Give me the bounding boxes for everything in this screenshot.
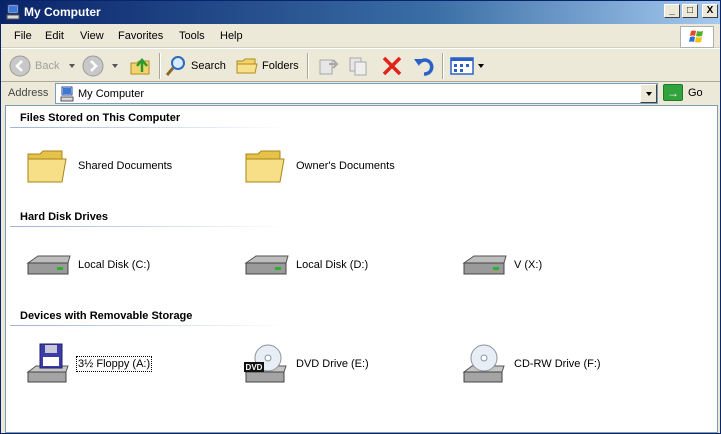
move-to-icon bbox=[319, 59, 339, 75]
dvd-drive-icon: DVD bbox=[244, 344, 287, 383]
menu-view[interactable]: View bbox=[80, 30, 104, 42]
hard-disk-icon bbox=[462, 255, 507, 275]
delete-button[interactable] bbox=[381, 52, 403, 80]
folder-icon bbox=[27, 150, 67, 183]
address-bar: Address My Computer → Go bbox=[1, 82, 720, 105]
item-label: Owner's Documents bbox=[296, 160, 395, 172]
address-input[interactable]: My Computer bbox=[55, 83, 658, 104]
hard-disk-icon bbox=[26, 255, 71, 275]
go-label: Go bbox=[688, 86, 703, 99]
copy-to-button[interactable] bbox=[347, 52, 369, 80]
move-to-button[interactable] bbox=[317, 52, 339, 80]
dvd-badge-text: DVD bbox=[246, 363, 263, 372]
go-button[interactable]: → Go bbox=[663, 84, 703, 101]
delete-icon bbox=[382, 56, 402, 76]
back-dropdown-icon[interactable] bbox=[69, 64, 76, 68]
undo-icon bbox=[414, 58, 434, 76]
item-label: 3½ Floppy (A:) bbox=[75, 356, 153, 372]
item-label: Local Disk (D:) bbox=[296, 259, 369, 271]
menu-help[interactable]: Help bbox=[220, 30, 243, 42]
search-button[interactable]: Search bbox=[165, 52, 226, 80]
minimize-button[interactable]: _ bbox=[664, 4, 680, 18]
menu-edit[interactable]: Edit bbox=[45, 30, 64, 42]
menu-tools[interactable]: Tools bbox=[179, 30, 205, 42]
forward-button[interactable] bbox=[82, 52, 118, 80]
folders-label: Folders bbox=[262, 60, 299, 72]
folders-button[interactable]: Folders bbox=[236, 52, 299, 80]
toolbar-separator bbox=[307, 53, 309, 79]
floppy-a-item[interactable]: 3½ Floppy (A:) bbox=[24, 342, 153, 386]
chevron-down-icon bbox=[645, 91, 652, 96]
hard-disk-icon bbox=[244, 255, 289, 275]
group-divider bbox=[10, 127, 287, 128]
caption-buttons: _ □ X bbox=[664, 4, 718, 18]
maximize-button[interactable]: □ bbox=[682, 4, 698, 18]
item-label: CD-RW Drive (F:) bbox=[514, 358, 601, 370]
window: My Computer _ □ X File Edit View Favorit… bbox=[0, 0, 721, 434]
up-folder-icon bbox=[130, 58, 150, 75]
back-arrow-icon bbox=[9, 55, 31, 77]
title-bar[interactable]: My Computer _ □ X bbox=[1, 1, 720, 24]
folder-icon bbox=[245, 150, 285, 183]
v-drive-item[interactable]: V (X:) bbox=[460, 243, 542, 287]
group-divider bbox=[10, 226, 287, 227]
menu-favorites[interactable]: Favorites bbox=[118, 30, 163, 42]
window-title: My Computer bbox=[24, 5, 101, 19]
floppy-drive-icon bbox=[26, 343, 69, 383]
address-value: My Computer bbox=[78, 88, 145, 100]
group-header-hdd: Hard Disk Drives bbox=[20, 211, 109, 223]
views-button[interactable] bbox=[450, 52, 484, 80]
toolbar-separator bbox=[159, 53, 161, 79]
item-label: Local Disk (C:) bbox=[78, 259, 151, 271]
group-divider bbox=[10, 325, 287, 326]
cd-rw-drive-f-item[interactable]: CD-RW Drive (F:) bbox=[460, 342, 601, 386]
views-dropdown-icon[interactable] bbox=[478, 64, 484, 68]
forward-dropdown-icon[interactable] bbox=[112, 64, 118, 68]
dvd-drive-e-item[interactable]: DVD DVD Drive (E:) bbox=[242, 342, 369, 386]
toolbar-separator bbox=[442, 53, 444, 79]
content-pane: Files Stored on This Computer Shared Doc… bbox=[5, 105, 718, 433]
item-label: DVD Drive (E:) bbox=[296, 358, 369, 370]
shared-documents-item[interactable]: Shared Documents bbox=[24, 144, 172, 188]
close-button[interactable]: X bbox=[702, 4, 718, 18]
toolbar: Back Search Folders bbox=[1, 48, 720, 82]
my-computer-icon bbox=[6, 4, 20, 20]
windows-logo-icon bbox=[680, 26, 714, 48]
forward-arrow-icon bbox=[82, 55, 104, 77]
item-label: V (X:) bbox=[514, 259, 543, 271]
cd-drive-icon bbox=[462, 344, 505, 383]
address-label: Address bbox=[8, 87, 49, 99]
local-disk-d-item[interactable]: Local Disk (D:) bbox=[242, 243, 368, 287]
copy-to-icon bbox=[349, 57, 367, 76]
item-label: Shared Documents bbox=[78, 160, 173, 172]
address-dropdown-button[interactable] bbox=[640, 84, 657, 103]
group-header-files: Files Stored on This Computer bbox=[20, 112, 181, 124]
search-label: Search bbox=[191, 60, 226, 72]
go-arrow-icon: → bbox=[663, 84, 683, 101]
local-disk-c-item[interactable]: Local Disk (C:) bbox=[24, 243, 150, 287]
back-button[interactable]: Back bbox=[9, 52, 76, 80]
back-label: Back bbox=[35, 60, 60, 72]
menu-bar: File Edit View Favorites Tools Help bbox=[1, 24, 720, 48]
undo-button[interactable] bbox=[413, 52, 435, 80]
group-header-removable: Devices with Removable Storage bbox=[20, 310, 193, 322]
up-folder-button[interactable] bbox=[129, 52, 153, 80]
views-icon bbox=[450, 57, 474, 75]
menu-file[interactable]: File bbox=[14, 30, 32, 42]
my-computer-icon bbox=[60, 86, 74, 102]
owners-documents-item[interactable]: Owner's Documents bbox=[242, 144, 395, 188]
search-icon bbox=[165, 56, 185, 76]
folders-icon bbox=[236, 58, 258, 74]
